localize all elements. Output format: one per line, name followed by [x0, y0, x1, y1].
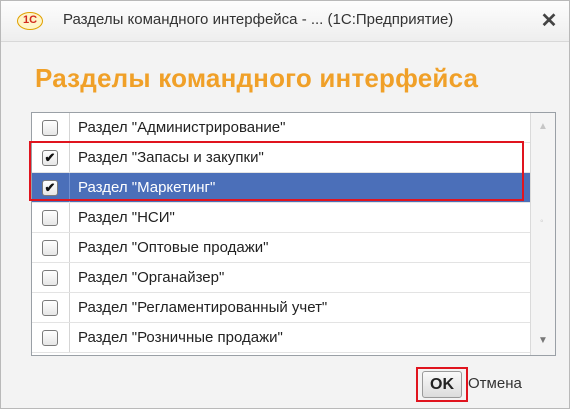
list-item-label: Раздел "Администрирование" [78, 119, 286, 136]
checkbox[interactable] [42, 240, 58, 256]
list-item-label: Раздел "Органайзер" [78, 269, 225, 286]
window-title: Разделы командного интерфейса - ... (1С:… [63, 11, 454, 28]
checkbox-cell [32, 113, 70, 142]
list-item[interactable]: Раздел "Администрирование" [32, 113, 530, 143]
checkbox-cell [32, 203, 70, 232]
list-item-label: Раздел "Регламентированный учет" [78, 299, 328, 316]
list-item[interactable]: ✔ Раздел "Маркетинг" [32, 173, 530, 203]
checkbox[interactable] [42, 210, 58, 226]
list-item-label: Раздел "Оптовые продажи" [78, 239, 269, 256]
scroll-down-icon[interactable]: ▼ [538, 335, 548, 346]
list-item[interactable]: Раздел "Розничные продажи" [32, 323, 530, 353]
ok-button[interactable]: OK [422, 371, 462, 398]
list-item[interactable]: Раздел "НСИ" [32, 203, 530, 233]
cancel-button[interactable]: Отмена [468, 375, 522, 392]
checkbox[interactable] [42, 330, 58, 346]
checkbox[interactable] [42, 270, 58, 286]
page-title: Разделы командного интерфейса [35, 63, 479, 93]
checkbox-cell [32, 293, 70, 322]
scroll-up-icon[interactable]: ▲ [538, 121, 548, 132]
checkbox[interactable]: ✔ [42, 150, 58, 166]
title-bar: 1С Разделы командного интерфейса - ... (… [1, 1, 569, 42]
checkbox[interactable] [42, 300, 58, 316]
checkbox[interactable]: ✔ [42, 180, 58, 196]
dialog-window: 1С Разделы командного интерфейса - ... (… [0, 0, 570, 409]
list-item-label: Раздел "Запасы и закупки" [78, 149, 264, 166]
list-item-label: Раздел "НСИ" [78, 209, 175, 226]
checkbox-cell [32, 263, 70, 292]
list-item-label: Раздел "Маркетинг" [78, 179, 216, 196]
checkbox-cell: ✔ [32, 173, 70, 202]
1c-logo-icon: 1С [17, 12, 43, 30]
close-icon[interactable]: ✕ [537, 9, 561, 33]
list-item[interactable]: ✔ Раздел "Запасы и закупки" [32, 143, 530, 173]
checkbox-cell [32, 323, 70, 352]
sections-list: Раздел "Администрирование" ✔ Раздел "Зап… [31, 112, 556, 356]
checkbox[interactable] [42, 120, 58, 136]
list-item[interactable]: Раздел "Оптовые продажи" [32, 233, 530, 263]
checkbox-cell: ✔ [32, 143, 70, 172]
vertical-scrollbar[interactable]: ▲ ◦ ▼ [530, 113, 555, 355]
list-item[interactable]: Раздел "Регламентированный учет" [32, 293, 530, 323]
checkbox-cell [32, 233, 70, 262]
list-item-label: Раздел "Розничные продажи" [78, 329, 283, 346]
scroll-thumb-icon[interactable]: ◦ [540, 216, 544, 227]
list-item[interactable]: Раздел "Органайзер" [32, 263, 530, 293]
